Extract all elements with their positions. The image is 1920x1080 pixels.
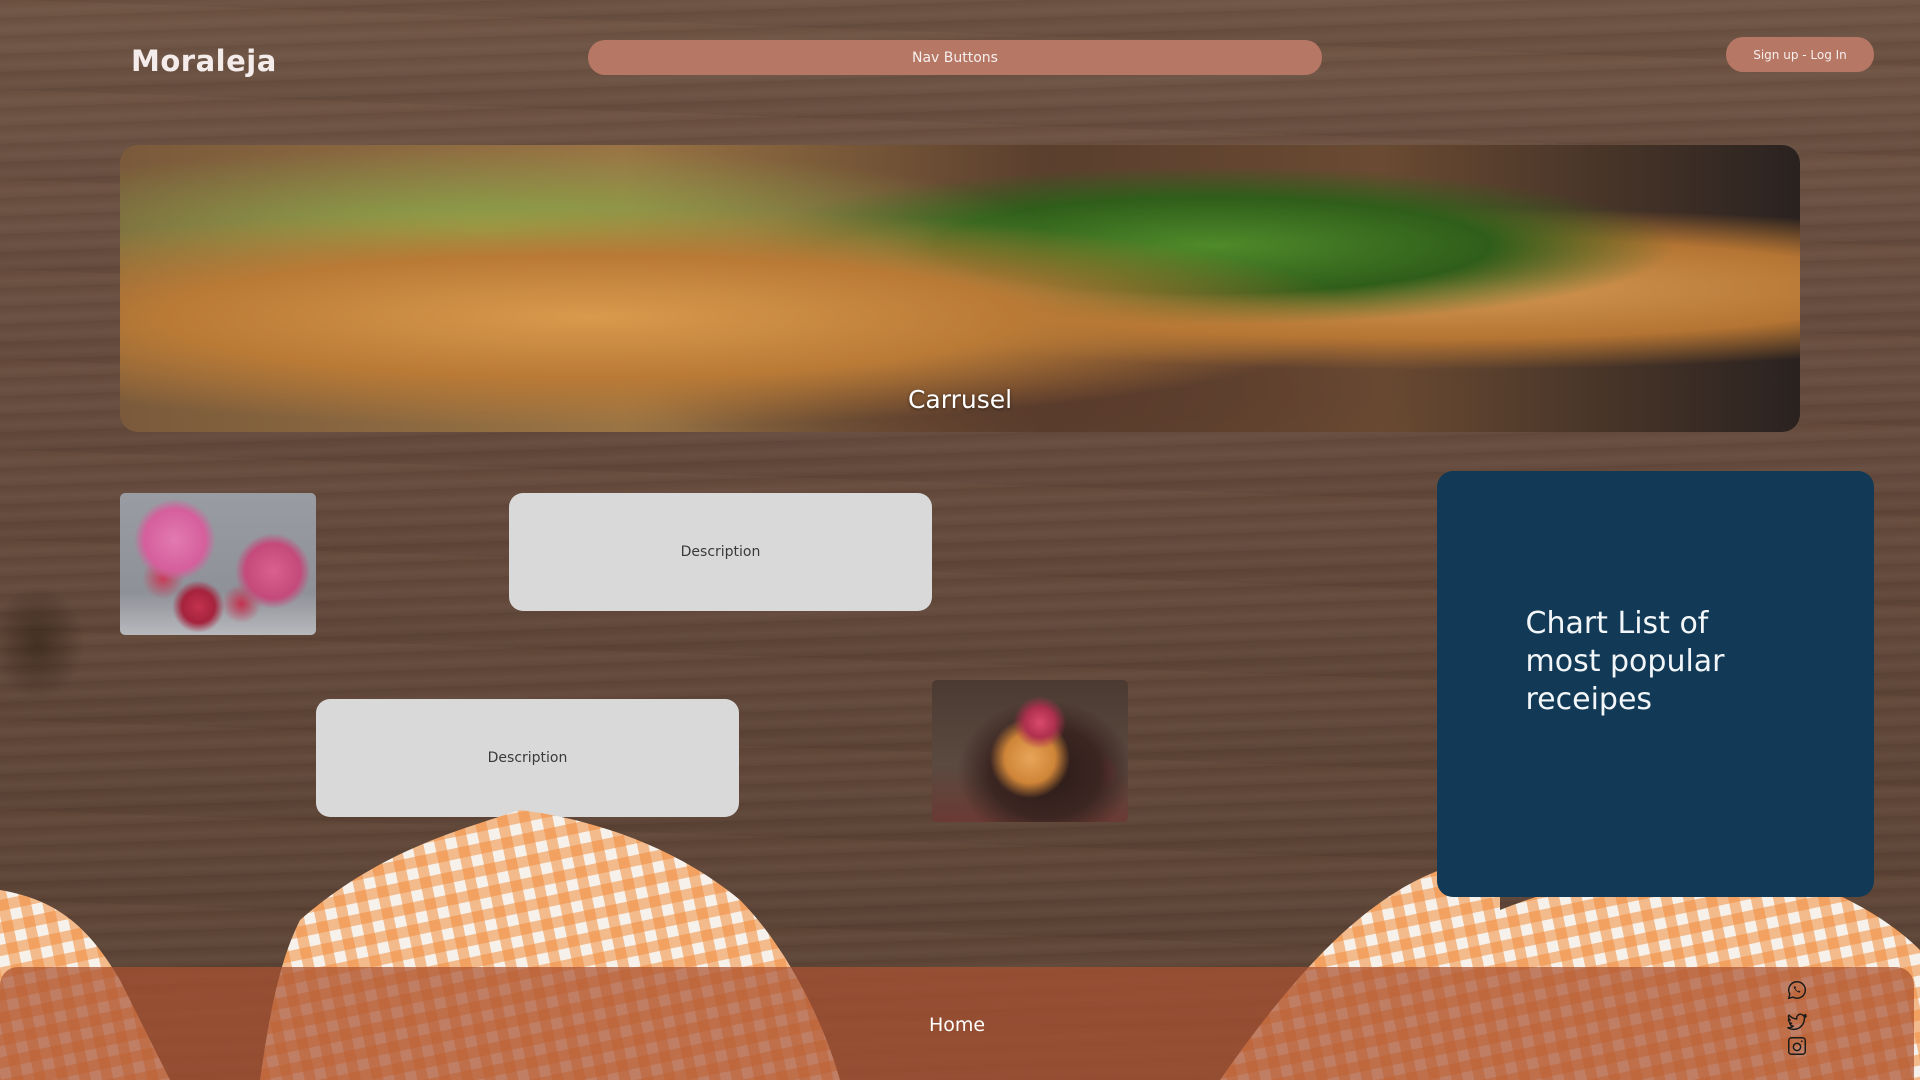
nav-buttons-bar[interactable]: Nav Buttons xyxy=(588,40,1322,75)
instagram-icon[interactable] xyxy=(1786,1035,1808,1057)
signup-login-button[interactable]: Sign up - Log In xyxy=(1726,37,1874,72)
description-card[interactable]: Description xyxy=(316,699,739,817)
carousel-label: Carrusel xyxy=(907,385,1013,414)
signup-login-label: Sign up - Log In xyxy=(1753,47,1847,62)
description-text: Description xyxy=(487,750,568,766)
footer-home-link[interactable]: Home xyxy=(0,1014,1914,1036)
chart-panel-text: Chart List of most popular receipes xyxy=(1525,605,1725,717)
twitter-icon[interactable] xyxy=(1786,1011,1808,1033)
macarons-thumbnail[interactable] xyxy=(120,493,316,635)
pancakes-thumbnail[interactable] xyxy=(932,680,1128,822)
description-text: Description xyxy=(680,544,761,560)
whatsapp-icon[interactable] xyxy=(1786,979,1808,1001)
popular-recipes-chart-panel[interactable]: Chart List of most popular receipes xyxy=(1437,471,1874,897)
wood-knot xyxy=(0,585,85,700)
hero-carousel[interactable]: Carrusel xyxy=(120,145,1800,432)
nav-buttons-label: Nav Buttons xyxy=(912,49,998,66)
site-logo[interactable]: Moraleja xyxy=(131,44,277,78)
description-card[interactable]: Description xyxy=(509,493,932,611)
footer: Home xyxy=(0,967,1914,1080)
